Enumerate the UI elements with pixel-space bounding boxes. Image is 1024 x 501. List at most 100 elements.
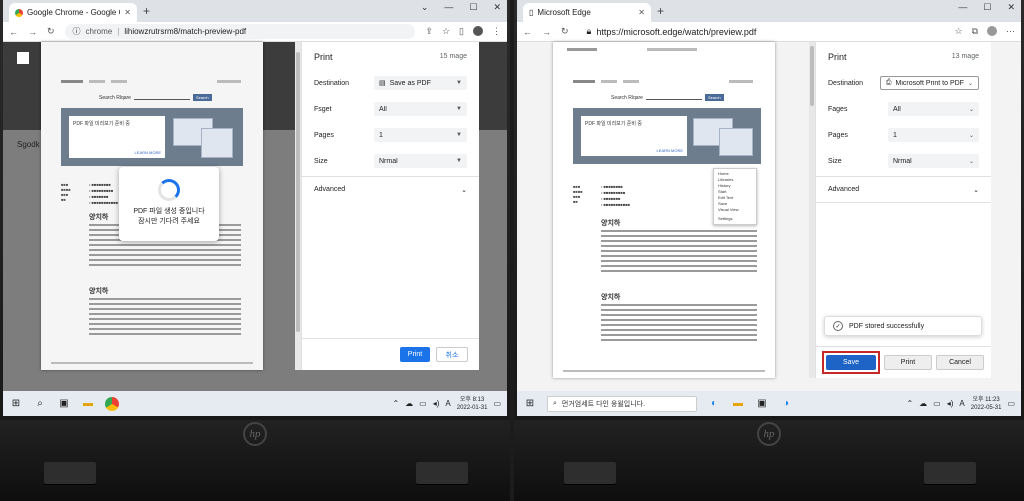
close-window-icon[interactable]: ✕: [493, 2, 501, 13]
print-button[interactable]: Print: [400, 347, 430, 362]
system-tray: ⌃ ☁ ▭ ◂) A 오후 11:23 2022-05-31 ▭: [906, 396, 1015, 412]
edge-tab[interactable]: ▯ Microsoft Edge ✕: [523, 3, 651, 22]
taskbar-search[interactable]: ⌕ 먼거엄세트 다인 웅윌입니다.: [547, 395, 697, 412]
destination-select[interactable]: ▤ Save as PDF ▼: [374, 76, 467, 90]
file-explorer-icon[interactable]: ▬: [81, 397, 95, 411]
print-page-count: 13 mage: [951, 53, 979, 60]
lock-icon: 🔒︎: [586, 26, 592, 36]
fsget-row: Fsget All ▼: [314, 102, 467, 116]
reload-icon[interactable]: ↻: [47, 26, 55, 37]
bookmark-star-icon[interactable]: ☆: [442, 26, 450, 37]
back-icon[interactable]: ←: [523, 27, 532, 37]
new-tab-icon[interactable]: +: [657, 4, 664, 18]
size-select[interactable]: Nrmal ⌄: [888, 154, 979, 168]
ime-icon[interactable]: A: [959, 399, 964, 408]
preview-sidebar-text: ■■■ ■■■■ ■■■ ■■: [573, 184, 583, 204]
menu-dots-icon[interactable]: ⋯: [1006, 26, 1015, 37]
clock-date: 2022-01-31: [456, 404, 488, 411]
clock-date: 2022-05-31: [970, 404, 1002, 411]
edge-print-panel: Print 13 mage Destination ⎙ Microsoft Pr…: [815, 42, 991, 378]
favorites-add-icon[interactable]: ☆: [954, 26, 962, 37]
profile-avatar-icon[interactable]: [473, 26, 483, 36]
pdf-file-icon: ▤: [379, 80, 386, 87]
close-tab-icon[interactable]: ✕: [124, 8, 131, 17]
fages-value: All: [893, 105, 901, 113]
task-view-icon[interactable]: ▣: [57, 397, 71, 411]
sidepanel-icon[interactable]: ▯: [459, 26, 464, 37]
menu-dots-icon[interactable]: ⋮: [492, 26, 501, 37]
chrome-taskbar-icon[interactable]: [105, 396, 119, 411]
windows-start-icon[interactable]: ⊞: [9, 397, 23, 411]
notification-icon[interactable]: ▭: [1007, 399, 1015, 408]
panel-divider-bottom: [816, 346, 991, 347]
size-select[interactable]: Nrmal ▼: [374, 154, 467, 168]
chevron-down-icon: ▼: [456, 80, 462, 86]
search-icon[interactable]: ⌕: [33, 397, 47, 411]
preview-hero: PDF 파일 미리보기 준비 중 LEARN MORE: [573, 108, 761, 164]
tray-chevron-icon[interactable]: ⌃: [392, 399, 399, 408]
advanced-toggle[interactable]: Advanced ⌄: [828, 186, 979, 194]
share-icon[interactable]: ⇪: [425, 26, 433, 37]
minimize-icon[interactable]: —: [444, 2, 453, 13]
ime-icon[interactable]: A: [445, 399, 450, 408]
preview-search: Search Rlqare Search: [99, 94, 212, 101]
destination-row: Destination ⎙ Microsoft Print to PDF ⌄: [828, 76, 979, 90]
ctx-item-6: Visual View: [718, 207, 739, 212]
volume-icon: ◂): [946, 399, 954, 408]
cloud-icon: ☁: [919, 399, 928, 408]
edge-taskbar-icon[interactable]: ◐: [707, 397, 721, 411]
fsget-select[interactable]: All ▼: [374, 102, 467, 116]
edge-taskbar-icon-2[interactable]: ◑: [779, 397, 793, 411]
tray-chevron-icon[interactable]: ⌃: [906, 399, 913, 408]
cancel-button[interactable]: Cancel: [936, 355, 984, 370]
chrome-screen: Google Chrome - Google Chr ✕ + ⌄ — ☐ ✕ ←…: [3, 0, 507, 416]
pages-select[interactable]: 1 ⌄: [888, 128, 979, 142]
advanced-toggle[interactable]: Advanced ⌄: [314, 186, 467, 194]
key: [416, 462, 468, 484]
close-tab-icon[interactable]: ✕: [638, 8, 645, 17]
pdf-stored-toast: ✓ PDF stored successfully: [824, 316, 982, 336]
minimize-icon[interactable]: —: [958, 2, 967, 13]
new-tab-icon[interactable]: +: [143, 4, 150, 18]
forward-icon[interactable]: →: [542, 27, 551, 37]
save-highlight-box: [822, 351, 880, 374]
size-label: Size: [314, 157, 328, 165]
size-row: Size Nrmal ⌄: [828, 154, 979, 168]
fages-select[interactable]: All ⌄: [888, 102, 979, 116]
preview-search-button: Search: [192, 94, 212, 101]
checkmark-icon: ✓: [833, 321, 843, 331]
taskbar-clock[interactable]: 오후 11:23 2022-05-31: [971, 396, 1002, 412]
preview-hero: PDF 파일 미리보기 준비 중 LEARN MORE: [61, 108, 243, 166]
close-window-icon[interactable]: ✕: [1007, 2, 1015, 13]
url-scheme: chrome: [85, 27, 113, 36]
loading-message-1: PDF 파일 생성 중입니다: [133, 208, 205, 215]
chevron-down-icon[interactable]: ⌄: [421, 2, 429, 13]
size-row: Size Nrmal ▼: [314, 154, 467, 168]
taskbar-clock[interactable]: 오후 8:13 2022-01-31: [457, 396, 488, 412]
cancel-button[interactable]: 취소: [436, 347, 468, 362]
panel-divider-2: [816, 202, 991, 203]
reload-icon[interactable]: ↻: [561, 26, 569, 37]
chrome-url-field[interactable]: ⓘ chrome | lihiowzrutrsrm8/match-preview…: [64, 24, 416, 39]
preview-hero-more: LEARN MORE: [656, 148, 683, 153]
collections-icon[interactable]: ⧉: [972, 26, 978, 37]
edge-url-field[interactable]: 🔒︎ https://microsoft.edge/watch/preview.…: [578, 24, 945, 39]
chrome-tab[interactable]: Google Chrome - Google Chr ✕: [9, 3, 137, 22]
forward-icon[interactable]: →: [28, 27, 37, 37]
preview-nav: [573, 80, 753, 84]
maximize-icon[interactable]: ☐: [983, 2, 991, 13]
destination-row: Destination ▤ Save as PDF ▼: [314, 76, 467, 90]
chrome-tab-title: Google Chrome - Google Chr: [27, 8, 120, 17]
windows-start-icon[interactable]: ⊞: [523, 397, 537, 411]
pages-select[interactable]: 1 ▼: [374, 128, 467, 142]
back-icon[interactable]: ←: [9, 27, 18, 37]
chrome-taskbar: ⊞ ⌕ ▣ ▬ ⌃ ☁ ▭ ◂) A 오후 8:13 2022-01-31 ▭: [3, 391, 507, 416]
preview-search-label: Search Rlqare: [99, 94, 131, 101]
store-icon[interactable]: ▣: [755, 397, 769, 411]
file-explorer-icon[interactable]: ▬: [731, 397, 745, 411]
notification-icon[interactable]: ▭: [493, 399, 501, 408]
maximize-icon[interactable]: ☐: [469, 2, 477, 13]
destination-select[interactable]: ⎙ Microsoft Print to PDF ⌄: [879, 76, 979, 90]
print-button[interactable]: Print: [884, 355, 932, 370]
profile-avatar-icon[interactable]: [987, 26, 997, 36]
